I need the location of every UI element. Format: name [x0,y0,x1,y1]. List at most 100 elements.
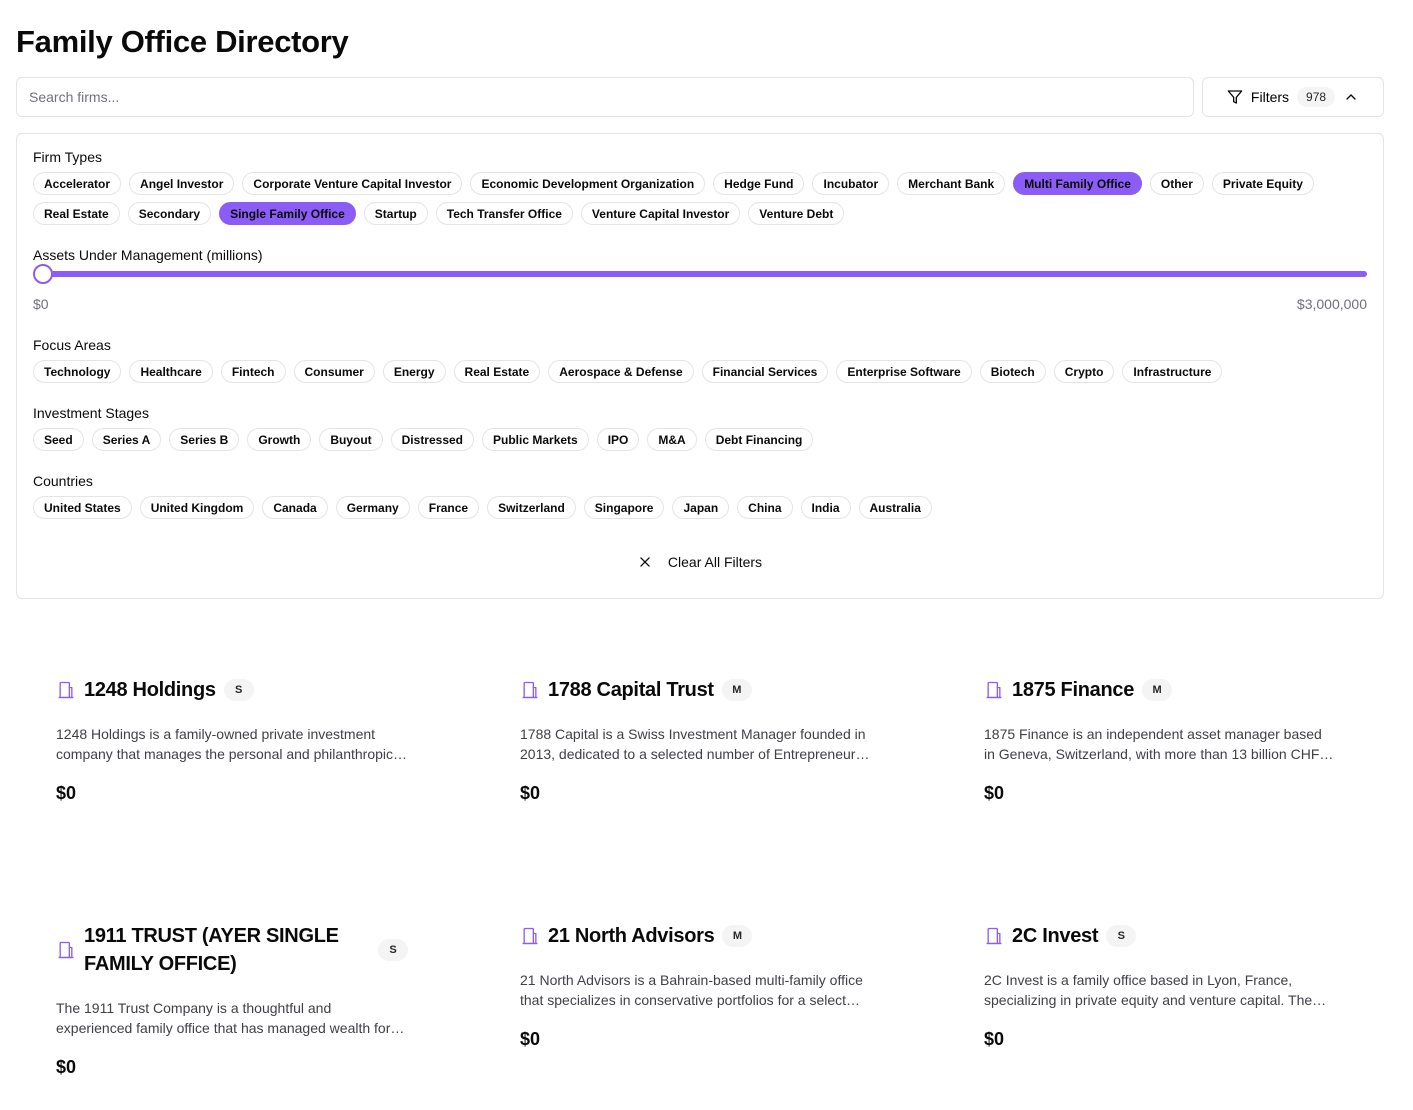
investment-stages-chip[interactable]: IPO [596,428,640,451]
investment-stages-label: Investment Stages [33,405,149,421]
firm-types-chip[interactable]: Secondary [127,202,212,225]
countries-chip[interactable]: Australia [858,496,932,519]
building-icon [984,926,1004,946]
investment-stages-chip[interactable]: Seed [33,428,84,451]
focus-areas-chip[interactable]: Fintech [220,360,286,383]
countries-label: Countries [33,473,93,489]
firm-aum: $0 [520,1029,541,1049]
firm-name[interactable]: 21 North Advisors [548,922,715,950]
countries-chip[interactable]: Switzerland [487,496,576,519]
firm-types-chip[interactable]: Startup [363,202,428,225]
firm-aum: $0 [984,783,1005,803]
countries-chip[interactable]: India [800,496,851,519]
firm-types-chip[interactable]: Economic Development Organization [470,172,706,195]
focus-areas-chip[interactable]: Aerospace & Defense [548,360,694,383]
firm-size-badge: S [1106,925,1137,947]
firm-card[interactable]: 1911 TRUST (AYER SINGLE FAMILY OFFICE) S T… [32,902,432,1098]
aum-slider-thumb[interactable] [33,264,53,284]
countries-chip[interactable]: China [737,496,793,519]
firm-aum: $0 [56,783,77,803]
firm-aum: $0 [520,783,541,803]
firm-card[interactable]: 1788 Capital Trust M 1788 Capital is a Swi… [496,656,896,824]
firm-card[interactable]: 21 North Advisors M 21 North Advisors is a… [496,902,896,1070]
countries-chips: United States United Kingdom Canada Germany… [33,496,1367,519]
focus-areas-chip[interactable]: Consumer [293,360,375,383]
search-input[interactable] [16,77,1194,117]
focus-areas-chip[interactable]: Energy [382,360,446,383]
firm-types-chip[interactable]: Incubator [812,172,890,195]
investment-stages-chip[interactable]: Buyout [319,428,383,451]
firm-description: 1788 Capital is a Swiss Investment Manag… [520,726,866,762]
investment-stages-chip[interactable]: Public Markets [482,428,589,451]
focus-areas-chip[interactable]: Real Estate [453,360,541,383]
filter-panel: Firm Types Accelerator Angel Investor Corp… [16,133,1384,599]
focus-areas-chip[interactable]: Infrastructure [1122,360,1223,383]
firm-types-chip[interactable]: Real Estate [33,202,120,225]
firm-aum: $0 [984,1029,1005,1049]
filter-icon [1227,89,1243,105]
focus-areas-chip[interactable]: Crypto [1053,360,1115,383]
firm-name[interactable]: 2C Invest [1012,922,1099,950]
firm-card[interactable]: 1875 Finance M 1875 Finance is an independ… [960,656,1360,824]
countries-chip[interactable]: United States [33,496,132,519]
firm-types-chip[interactable]: Accelerator [33,172,122,195]
firm-name[interactable]: 1788 Capital Trust [548,676,714,704]
firm-description: 1875 Finance is an independent asset man… [984,726,1335,762]
firm-card-header: 1788 Capital Trust M [520,676,872,704]
clear-all-filters-button[interactable]: Clear All Filters [17,550,1383,574]
firm-types-chip[interactable]: Venture Capital Investor [580,202,741,225]
focus-areas-chip[interactable]: Healthcare [129,360,213,383]
building-icon [520,680,540,700]
firm-card[interactable]: 1248 Holdings S 1248 Holdings is a family-… [32,656,432,824]
building-icon [520,926,540,946]
building-icon [56,680,76,700]
firm-description: 21 North Advisors is a Bahrain-based mul… [520,972,863,1008]
chevron-up-icon [1343,89,1359,105]
firm-types-chip[interactable]: Multi Family Office [1013,172,1142,195]
firm-description: 2C Invest is a family office based in Ly… [984,972,1313,1008]
firm-card[interactable]: 2C Invest S 2C Invest is a family office b… [960,902,1360,1070]
investment-stages-chip[interactable]: M&A [647,428,697,451]
filters-toggle-button[interactable]: Filters 978 [1202,77,1384,117]
countries-chip[interactable]: Germany [335,496,410,519]
focus-areas-chip[interactable]: Biotech [979,360,1046,383]
firm-types-chip[interactable]: Other [1149,172,1204,195]
firm-card-header: 2C Invest S [984,922,1336,950]
firm-types-chip[interactable]: Single Family Office [219,202,356,225]
aum-max-label: $3,000,000 [1296,296,1367,312]
focus-areas-chips: Technology Healthcare Fintech Consumer Energ… [33,360,1367,383]
firm-types-chip[interactable]: Merchant Bank [897,172,1006,195]
firm-types-chip[interactable]: Corporate Venture Capital Investor [242,172,463,195]
countries-chip[interactable]: Japan [672,496,730,519]
countries-chip[interactable]: Canada [262,496,328,519]
firm-types-chip[interactable]: Private Equity [1211,172,1314,195]
firm-description: The 1911 Trust Company is a thoughtful a… [56,1000,391,1036]
focus-areas-chip[interactable]: Enterprise Software [836,360,972,383]
countries-chip[interactable]: France [417,496,480,519]
firm-aum: $0 [56,1057,77,1077]
aum-min-label: $0 [33,296,49,312]
investment-stages-chip[interactable]: Debt Financing [704,428,814,451]
firm-description: 1248 Holdings is a family-owned private … [56,726,393,762]
focus-areas-chip[interactable]: Financial Services [701,360,829,383]
investment-stages-chip[interactable]: Distressed [390,428,475,451]
investment-stages-chip[interactable]: Series B [169,428,240,451]
firm-types-chip[interactable]: Angel Investor [129,172,235,195]
firm-name[interactable]: 1875 Finance [1012,676,1134,704]
close-icon [638,555,652,569]
aum-label: Assets Under Management (millions) [33,247,263,263]
focus-areas-chip[interactable]: Technology [33,360,122,383]
firm-name[interactable]: 1248 Holdings [84,676,216,704]
firm-types-chip[interactable]: Venture Debt [748,202,845,225]
firm-types-chip[interactable]: Tech Transfer Office [435,202,573,225]
countries-chip[interactable]: United Kingdom [139,496,255,519]
firm-size-badge: S [378,939,408,961]
aum-slider[interactable] [33,264,1367,284]
countries-chip[interactable]: Singapore [583,496,665,519]
firm-types-chips: Accelerator Angel Investor Corporate Ventu… [33,172,1367,225]
firm-name[interactable]: 1911 TRUST (AYER SINGLE FAMILY OFFICE) [84,922,370,978]
firm-size-badge: M [1142,679,1173,701]
investment-stages-chip[interactable]: Growth [247,428,312,451]
firm-types-chip[interactable]: Hedge Fund [713,172,805,195]
investment-stages-chip[interactable]: Series A [91,428,162,451]
